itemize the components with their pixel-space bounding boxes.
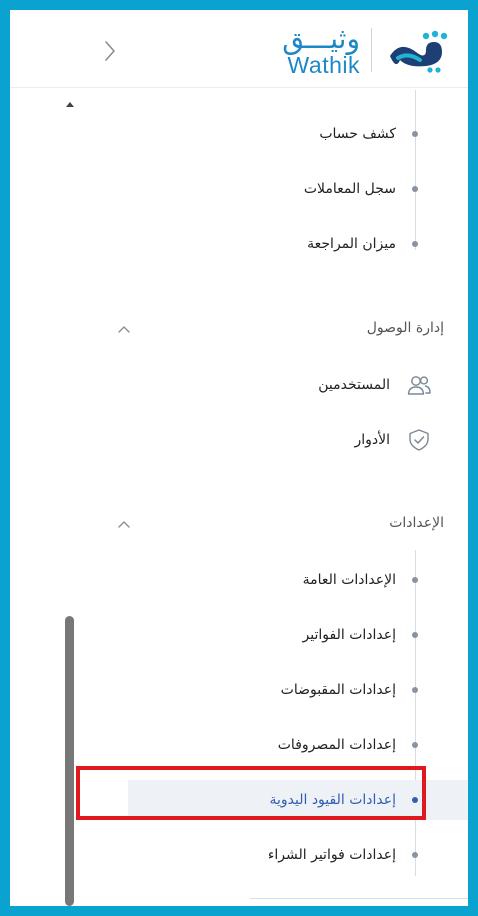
section-access-management[interactable]: إدارة الوصول bbox=[88, 312, 468, 348]
nav-item-label: الإعدادات العامة bbox=[302, 572, 396, 588]
nav-item-label: الأدوار bbox=[354, 432, 390, 448]
nav-item-label: ميزان المراجعة bbox=[307, 236, 396, 252]
nav-item-label: المستخدمين bbox=[318, 377, 390, 393]
chevron-right-icon bbox=[105, 41, 115, 61]
nav-item-expenses-settings[interactable]: إعدادات المصروفات bbox=[88, 725, 468, 765]
nav-item-label: سجل المعاملات bbox=[303, 181, 396, 197]
tree-dot bbox=[412, 241, 418, 247]
nav-item-receipts-settings[interactable]: إعدادات المقبوضات bbox=[88, 670, 468, 710]
nav-item-label: إعدادات المقبوضات bbox=[280, 682, 396, 698]
tree-dot bbox=[412, 577, 418, 583]
logo-arabic-text: وثيـــق bbox=[282, 22, 360, 55]
nav-item-trial-balance[interactable]: ميزان المراجعة bbox=[88, 224, 468, 264]
nav-item-users[interactable]: المستخدمين bbox=[88, 365, 468, 405]
collapse-sidebar-button[interactable] bbox=[100, 38, 120, 64]
tree-dot bbox=[412, 687, 418, 693]
tree-dot bbox=[412, 131, 418, 137]
section-title: الإعدادات bbox=[389, 515, 444, 531]
tree-dot bbox=[412, 742, 418, 748]
nav-item-invoice-settings[interactable]: إعدادات الفواتير bbox=[88, 615, 468, 655]
scrollbar[interactable] bbox=[64, 90, 76, 906]
nav-item-general-settings[interactable]: الإعدادات العامة bbox=[88, 560, 468, 600]
tree-dot bbox=[412, 632, 418, 638]
triangle-up-icon bbox=[66, 102, 74, 107]
shield-check-icon bbox=[409, 429, 429, 451]
nav-item-purchase-invoices-settings[interactable]: إعدادات فواتير الشراء bbox=[88, 835, 468, 875]
section-settings[interactable]: الإعدادات bbox=[88, 507, 468, 543]
highlight-box bbox=[76, 766, 426, 820]
nav-item-roles[interactable]: الأدوار bbox=[88, 420, 468, 460]
users-icon bbox=[407, 376, 431, 395]
tree-dot bbox=[412, 186, 418, 192]
tree-dot bbox=[412, 852, 418, 858]
nav-item-transactions-log[interactable]: سجل المعاملات bbox=[88, 169, 468, 209]
logo-english-text: Wathik bbox=[287, 52, 360, 78]
chevron-up-icon bbox=[118, 326, 130, 333]
logo-divider bbox=[371, 28, 372, 72]
nav-item-label: إعدادات فواتير الشراء bbox=[267, 847, 396, 863]
nav-item-label: كشف حساب bbox=[319, 126, 396, 142]
nav-item-account-statement[interactable]: كشف حساب bbox=[88, 114, 468, 154]
scrollbar-thumb[interactable] bbox=[65, 616, 74, 906]
divider bbox=[250, 898, 468, 899]
scroll-up-button[interactable] bbox=[64, 96, 76, 108]
wathik-logo-mark-icon bbox=[390, 30, 448, 73]
nav-item-label: إعدادات الفواتير bbox=[302, 627, 396, 643]
chevron-up-icon bbox=[118, 521, 130, 528]
sidebar-header: وثيـــق Wathik bbox=[10, 10, 468, 88]
wathik-logo[interactable]: وثيـــق Wathik bbox=[272, 22, 452, 80]
section-title: إدارة الوصول bbox=[366, 320, 444, 336]
nav-item-label: إعدادات المصروفات bbox=[277, 737, 396, 753]
